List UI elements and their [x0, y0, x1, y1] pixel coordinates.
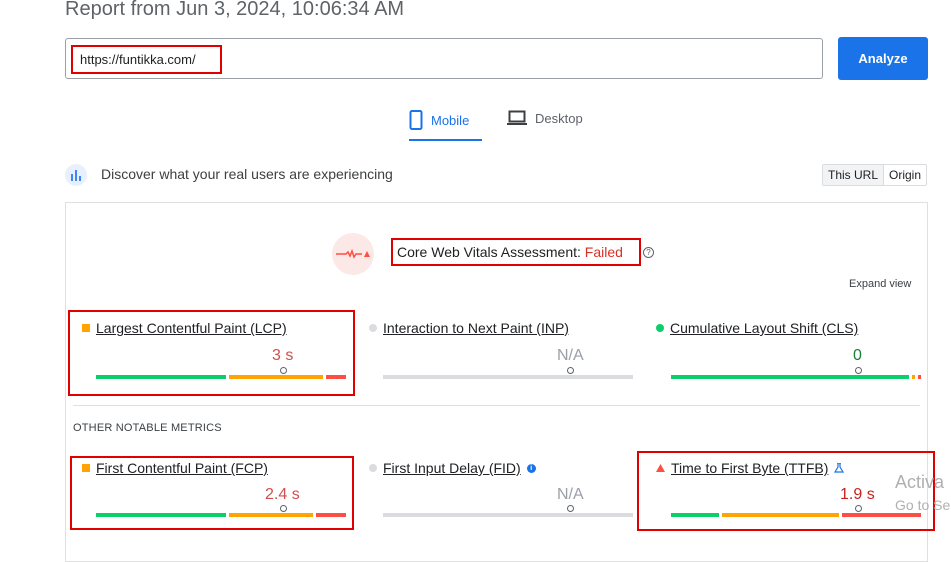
toggle-this-url[interactable]: This URL	[823, 165, 885, 185]
watermark-line1: Activa	[895, 472, 945, 492]
highlight-cwv	[391, 238, 641, 266]
crux-users-icon	[65, 164, 87, 186]
metric-fid-value: N/A	[557, 486, 584, 503]
highlight-url	[71, 45, 222, 74]
tab-mobile-underline	[409, 139, 482, 141]
no-data-circle-icon	[369, 324, 377, 332]
metric-inp-header: Interaction to Next Paint (INP)	[369, 320, 569, 336]
metric-fid-pin	[567, 505, 574, 512]
mobile-phone-icon	[409, 110, 423, 130]
expand-view-link[interactable]: Expand view	[849, 278, 911, 290]
discover-heading: Discover what your real users are experi…	[101, 166, 393, 182]
metric-inp-value: N/A	[557, 347, 584, 364]
good-circle-icon	[656, 324, 664, 332]
metric-fid-label[interactable]: First Input Delay (FID)	[383, 460, 521, 476]
other-metrics-heading: OTHER NOTABLE METRICS	[73, 422, 222, 434]
no-data-circle-icon	[369, 464, 377, 472]
laptop-icon	[507, 110, 527, 125]
metric-inp-pin	[567, 367, 574, 374]
analyze-button[interactable]: Analyze	[838, 37, 928, 80]
url-origin-toggle[interactable]: This URL Origin	[822, 164, 928, 186]
report-title: Report from Jun 3, 2024, 10:06:34 AM	[65, 0, 405, 20]
watermark-line2: Go to Se	[895, 497, 951, 513]
metric-cls-pin	[855, 367, 862, 374]
toggle-origin[interactable]: Origin	[884, 165, 926, 185]
metric-cls-header: Cumulative Layout Shift (CLS)	[656, 320, 858, 336]
highlight-lcp	[68, 310, 355, 396]
metric-inp-distribution-bar	[383, 375, 633, 379]
metric-fid-header: First Input Delay (FID) i	[369, 460, 536, 476]
tab-mobile[interactable]: Mobile	[409, 110, 469, 130]
metric-fid-distribution-bar	[383, 513, 633, 517]
metric-inp-label[interactable]: Interaction to Next Paint (INP)	[383, 320, 569, 336]
section-divider	[73, 405, 920, 406]
tab-desktop-label: Desktop	[535, 110, 583, 126]
highlight-fcp	[70, 456, 354, 530]
tab-desktop[interactable]: Desktop	[507, 110, 583, 126]
metric-cls-label[interactable]: Cumulative Layout Shift (CLS)	[670, 320, 858, 336]
help-icon[interactable]: ?	[643, 247, 654, 258]
tab-mobile-label: Mobile	[431, 112, 470, 128]
highlight-ttfb	[637, 451, 935, 531]
cwv-failed-badge-icon	[332, 233, 374, 275]
metric-cls-value: 0	[853, 347, 862, 364]
info-icon[interactable]: i	[526, 463, 536, 473]
metric-cls-distribution-bar	[671, 375, 922, 379]
